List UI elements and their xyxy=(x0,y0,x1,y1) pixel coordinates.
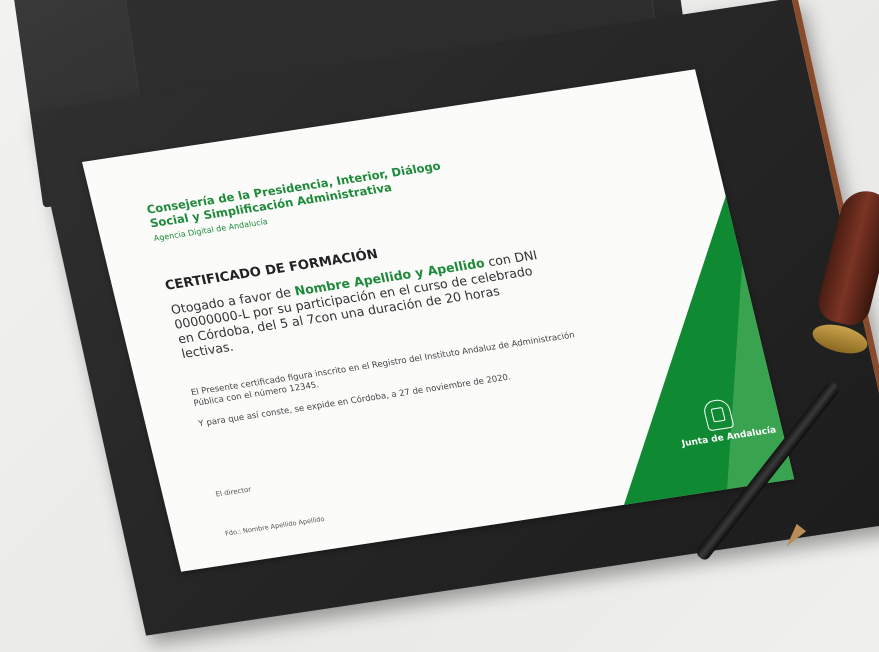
signature-line: Fdo.: Nombre Apellido Apellido xyxy=(224,514,326,538)
photo-scene: Consejería de la Presidencia, Interior, … xyxy=(0,0,879,652)
issuing-organization: Consejería de la Presidencia, Interior, … xyxy=(145,154,478,231)
director-label: El director xyxy=(214,485,253,499)
